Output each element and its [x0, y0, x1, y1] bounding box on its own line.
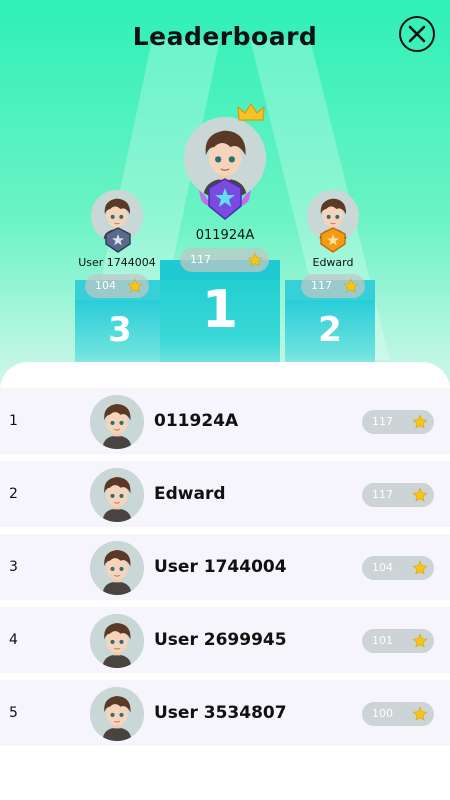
- star-icon: [247, 252, 263, 268]
- score-pill: 104: [362, 556, 434, 580]
- rank-number: 4: [9, 632, 18, 648]
- ranking-list: 1 011924A 117 2 Edward 117 3 User 174400…: [0, 362, 450, 800]
- star-icon: [127, 278, 143, 294]
- avatar: [90, 541, 144, 595]
- avatar: [90, 395, 144, 449]
- player-name: User 1744004: [78, 256, 156, 269]
- star-icon: [412, 487, 428, 503]
- score-pill: 117: [301, 274, 365, 298]
- star-icon: [412, 706, 428, 722]
- close-icon: [408, 25, 426, 43]
- avatar: [90, 614, 144, 668]
- score-pill: 104: [85, 274, 149, 298]
- star-icon: [412, 414, 428, 430]
- rank-number: 2: [9, 486, 18, 502]
- podium-rank: 3: [108, 310, 132, 350]
- close-button[interactable]: [399, 16, 435, 52]
- player-name: User 2699945: [154, 630, 287, 650]
- star-icon: [412, 633, 428, 649]
- score-pill: 117: [362, 483, 434, 507]
- list-item[interactable]: 1 011924A 117: [0, 388, 450, 454]
- star-icon: [412, 560, 428, 576]
- avatar: [90, 687, 144, 741]
- list-item[interactable]: 3 User 1744004 104: [0, 534, 450, 600]
- rank-number: 5: [9, 705, 18, 721]
- purple-winged-star-badge-icon: [199, 178, 251, 220]
- podium-rank: 1: [201, 280, 239, 340]
- page-title: Leaderboard: [132, 22, 318, 51]
- score-pill: 101: [362, 629, 434, 653]
- player-name: 011924A: [154, 411, 239, 431]
- star-icon: [343, 278, 359, 294]
- score-pill: 117: [180, 248, 269, 272]
- podium-area: Leaderboard 3 2 1 011924A 117 User 17440…: [0, 0, 450, 400]
- player-name: User 1744004: [154, 557, 287, 577]
- player-name: User 3534807: [154, 703, 287, 723]
- player-name: 011924A: [195, 228, 255, 243]
- list-item[interactable]: 5 User 3534807 100: [0, 680, 450, 746]
- list-item[interactable]: 2 Edward 117: [0, 461, 450, 527]
- list-item[interactable]: 4 User 2699945 101: [0, 607, 450, 673]
- score-pill: 117: [362, 410, 434, 434]
- silver-shield-badge-icon: [105, 227, 131, 253]
- avatar: [90, 468, 144, 522]
- crown-icon: [237, 102, 265, 121]
- player-name: Edward: [154, 484, 226, 504]
- rank-number: 1: [9, 413, 18, 429]
- score-pill: 100: [362, 702, 434, 726]
- podium-rank: 2: [318, 310, 342, 350]
- rank-number: 3: [9, 559, 18, 575]
- gold-shield-badge-icon: [320, 227, 346, 253]
- player-name: Edward: [312, 256, 354, 269]
